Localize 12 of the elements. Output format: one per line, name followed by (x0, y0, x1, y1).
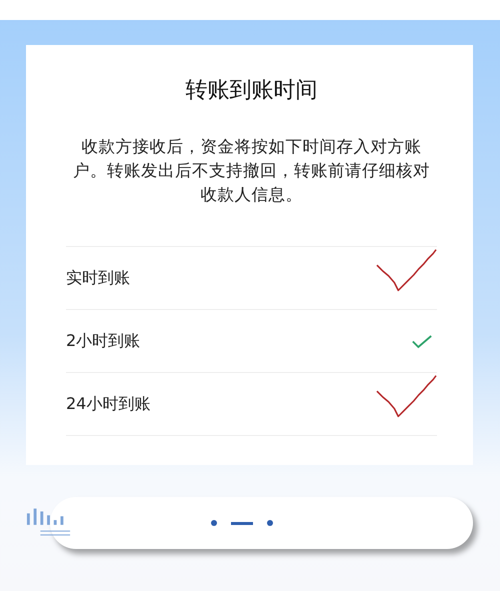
dialog-title: 转账到账时间 (184, 77, 318, 105)
option-label: 2小时到账 (66, 330, 140, 352)
audio-bars-icon (26, 507, 72, 537)
option-label: 实时到账 (66, 268, 130, 288)
page-indicator[interactable] (266, 520, 272, 526)
option-item[interactable]: 2小时到账 (66, 309, 437, 372)
option-label: 24小时到账 (66, 394, 150, 414)
page-indicator[interactable] (230, 522, 252, 524)
option-item[interactable]: 实时到账 (66, 246, 437, 309)
dialog-description: 收款方接收后，资金将按如下时间存入对方账户。转账发出后不支持撤回，转账前请仔细核对收款人信息。 (72, 136, 431, 206)
option-item[interactable]: 24小时到账 (66, 372, 437, 436)
page-indicator[interactable] (210, 520, 216, 526)
